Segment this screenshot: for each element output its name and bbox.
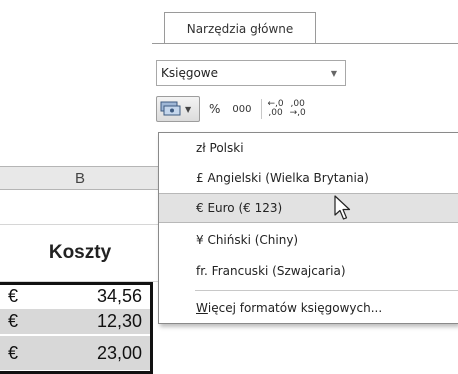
access-key-letter: W — [196, 301, 208, 315]
chevron-down-icon[interactable]: ▼ — [331, 69, 337, 78]
empty-cell[interactable] — [0, 190, 160, 225]
mouse-cursor-icon — [334, 195, 351, 220]
menu-item-gbp[interactable]: £ Angielski (Wielka Brytania) — [159, 163, 458, 193]
menu-item-eur[interactable]: € Euro (€ 123) — [159, 193, 458, 223]
increase-decimal-bottom: ,00 — [268, 108, 283, 118]
number-format-select[interactable]: Księgowe ▼ — [156, 60, 346, 86]
decrease-decimal-bottom: →,0 — [289, 108, 306, 118]
number-format-value: Księgowe — [161, 66, 218, 80]
more-formats-label: ięcej formatów księgowych... — [207, 301, 383, 315]
accounting-format-button[interactable]: ▼ — [156, 96, 200, 122]
comma-style-button[interactable]: 000 — [229, 104, 254, 115]
tab-home[interactable]: Narzędzia główne — [164, 12, 316, 44]
menu-item-pln[interactable]: zł Polski — [159, 133, 458, 163]
menu-item-chf[interactable]: fr. Francuski (Szwajcaria) — [159, 256, 458, 286]
header-cell-costs[interactable]: Koszty — [0, 225, 160, 282]
chevron-down-icon[interactable]: ▼ — [185, 105, 191, 114]
increase-decimal-button[interactable]: ←,0 ,00 — [268, 100, 284, 118]
menu-divider — [195, 290, 458, 291]
number-toolbar: ▼ % 000 ←,0 ,00 ,00 →,0 — [156, 96, 306, 122]
toolbar-separator — [260, 99, 262, 119]
accounting-format-menu: zł Polski £ Angielski (Wielka Brytania) … — [158, 132, 458, 324]
menu-item-cny[interactable]: ¥ Chiński (Chiny) — [159, 225, 458, 255]
column-header-b[interactable]: B — [0, 166, 160, 190]
selection-range — [0, 282, 153, 374]
currency-notes-icon — [160, 101, 181, 116]
menu-item-more-formats[interactable]: Więcej formatów księgowych... — [159, 293, 458, 323]
decrease-decimal-button[interactable]: ,00 →,0 — [290, 100, 306, 118]
percent-style-button[interactable]: % — [206, 102, 223, 116]
